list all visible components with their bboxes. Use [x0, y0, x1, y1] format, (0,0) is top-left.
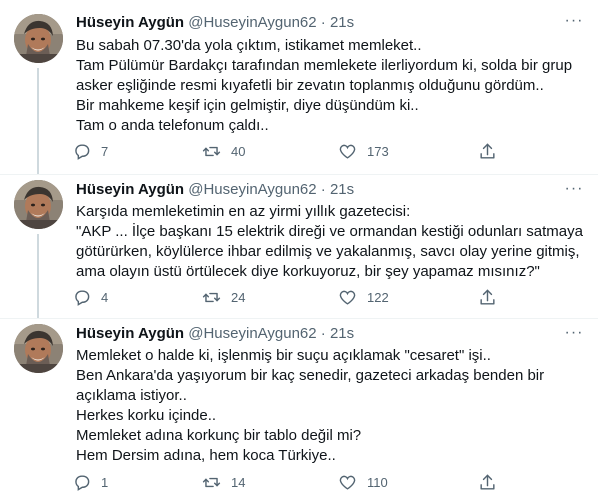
separator: ·	[320, 14, 326, 31]
avatar[interactable]	[14, 324, 63, 373]
like-button[interactable]: 173	[338, 140, 389, 162]
tweet-line: Memleket adına korkunç bir tablo değil m…	[76, 427, 362, 444]
author-name[interactable]: Hüseyin Aygün	[76, 14, 184, 31]
share-button[interactable]	[478, 140, 497, 162]
share-icon	[480, 474, 495, 490]
tweet[interactable]: Hüseyin Aygün @HuseyinAygun62 · 21s ··· …	[0, 0, 598, 164]
tweet-line: Hem Dersim adına, hem koca Türkiye..	[76, 447, 336, 464]
like-button[interactable]: 110	[338, 471, 388, 493]
tweet-line: Bir mahkeme keşif için gelmiştir, diye d…	[76, 97, 419, 114]
retweet-count: 40	[231, 143, 246, 159]
tweet-line: "AKP ... İlçe başkanı 15 elektrik direği…	[76, 223, 583, 240]
share-icon	[480, 143, 495, 159]
timestamp[interactable]: 21s	[330, 325, 354, 342]
retweet-icon	[202, 477, 221, 487]
tweet-line: asker eşliğinde resmi kıyafetli bir zeva…	[76, 77, 544, 94]
reply-button[interactable]: 4	[72, 286, 108, 308]
reply-button[interactable]: 7	[72, 140, 108, 162]
reply-count: 4	[101, 289, 109, 305]
retweet-button[interactable]: 24	[202, 286, 245, 308]
heart-icon	[339, 290, 356, 305]
like-button[interactable]: 122	[338, 286, 389, 308]
tweet-header: Hüseyin Aygün @HuseyinAygun62 · 21s	[76, 13, 354, 33]
share-button[interactable]	[478, 471, 497, 493]
share-icon	[480, 289, 495, 305]
tweet-line: Tam o anda telefonum çaldı..	[76, 117, 269, 134]
tweet-line: Bu sabah 07.30'da yola çıktım, istikamet…	[76, 37, 422, 54]
separator: ·	[320, 325, 326, 342]
tweet-line: götürürken, köylülerce ihbar edilmiş ve …	[76, 243, 580, 260]
reply-icon	[75, 143, 90, 160]
tweet-text: Memleket o halde ki, işlenmiş bir suçu a…	[76, 346, 588, 466]
retweet-icon	[202, 146, 221, 156]
share-button[interactable]	[478, 286, 497, 308]
timestamp[interactable]: 21s	[330, 14, 354, 31]
tweet-line: Karşıda memleketimin en az yirmi yıllık …	[76, 203, 411, 220]
heart-icon	[339, 475, 356, 490]
retweet-count: 24	[231, 289, 246, 305]
like-count: 110	[367, 474, 388, 490]
tweet-text: Karşıda memleketimin en az yirmi yıllık …	[76, 202, 588, 282]
like-count: 173	[367, 143, 389, 159]
retweet-button[interactable]: 40	[202, 140, 245, 162]
tweet-line: Memleket o halde ki, işlenmiş bir suçu a…	[76, 347, 491, 364]
thread-line	[37, 68, 39, 174]
retweet-icon	[202, 292, 221, 302]
tweet[interactable]: Hüseyin Aygün @HuseyinAygun62 · 21s ··· …	[0, 175, 598, 315]
more-options-icon[interactable]: ···	[564, 181, 584, 203]
reply-button[interactable]: 1	[72, 471, 108, 493]
reply-count: 7	[101, 143, 109, 159]
tweet-text: Bu sabah 07.30'da yola çıktım, istikamet…	[76, 36, 588, 136]
author-handle[interactable]: @HuseyinAygun62	[188, 325, 316, 342]
tweet-actions: 1 14 110	[72, 471, 512, 493]
author-handle[interactable]: @HuseyinAygun62	[188, 14, 316, 31]
heart-icon	[339, 144, 356, 159]
avatar[interactable]	[14, 14, 63, 63]
more-options-icon[interactable]: ···	[564, 325, 584, 347]
tweet-line: Tam Pülümür Bardakçı tarafından memleket…	[76, 57, 573, 74]
reply-icon	[75, 474, 90, 491]
author-handle[interactable]: @HuseyinAygun62	[188, 181, 316, 198]
author-name[interactable]: Hüseyin Aygün	[76, 325, 184, 342]
like-count: 122	[367, 289, 389, 305]
retweet-button[interactable]: 14	[202, 471, 245, 493]
tweet-actions: 7 40 173	[72, 140, 512, 162]
tweet-actions: 4 24 122	[72, 286, 512, 308]
reply-icon	[75, 289, 90, 306]
avatar[interactable]	[14, 180, 63, 229]
more-options-icon[interactable]: ···	[564, 13, 584, 35]
timestamp[interactable]: 21s	[330, 181, 354, 198]
retweet-count: 14	[231, 474, 246, 490]
separator: ·	[320, 181, 326, 198]
tweet-header: Hüseyin Aygün @HuseyinAygun62 · 21s	[76, 324, 354, 344]
thread-line	[37, 234, 39, 318]
tweet-line: Herkes korku içinde..	[76, 407, 217, 424]
author-name[interactable]: Hüseyin Aygün	[76, 181, 184, 198]
tweet-line: açıklama istiyor..	[76, 387, 187, 404]
tweet-header: Hüseyin Aygün @HuseyinAygun62 · 21s	[76, 180, 354, 200]
tweet[interactable]: Hüseyin Aygün @HuseyinAygun62 · 21s ··· …	[0, 319, 598, 500]
reply-count: 1	[101, 474, 109, 490]
tweet-line: Ben Ankara'da yaşıyorum bir kaç senedir,…	[76, 367, 545, 384]
tweet-line: ama olayın üstü örtülecek diye korkuyoru…	[76, 263, 540, 280]
